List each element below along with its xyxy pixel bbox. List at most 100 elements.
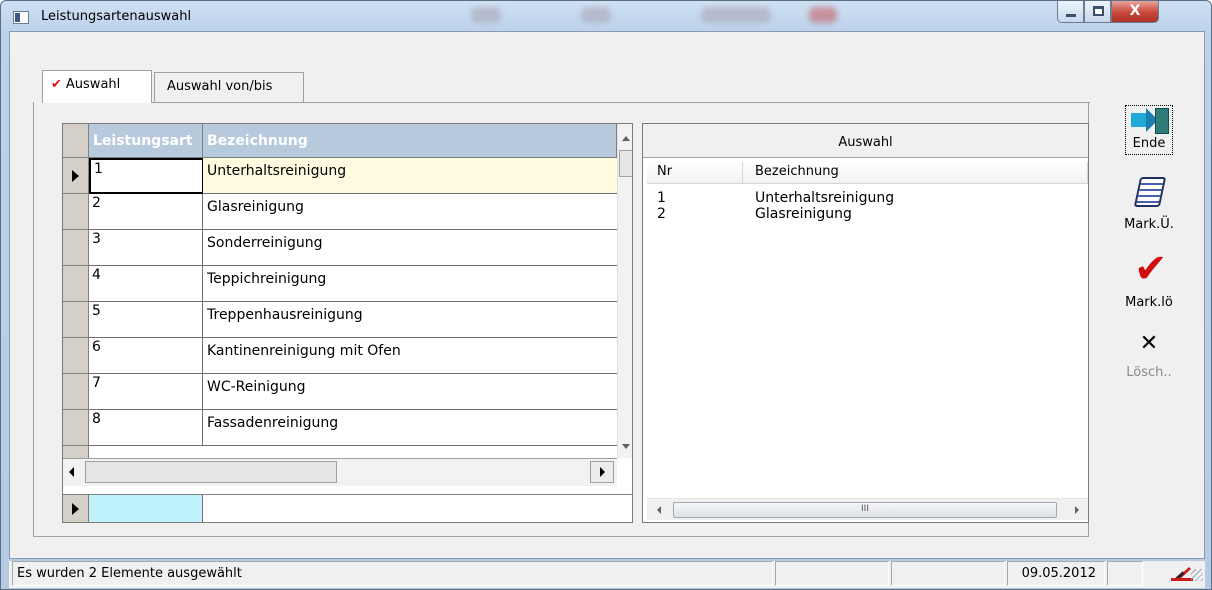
row-selector[interactable] [63, 410, 89, 446]
red-check-icon: ✔ [51, 77, 62, 92]
selection-list[interactable]: Auswahl Nr Bezeichnung 1 Unterhaltsreini… [642, 123, 1089, 523]
current-row-arrow-icon [72, 503, 79, 515]
blurred-background [701, 7, 771, 23]
cell-bezeichnung[interactable]: Sonderreinigung [203, 230, 617, 266]
row-selector[interactable] [63, 302, 89, 338]
column-header-leistungsart[interactable]: Leistungsart [89, 124, 203, 158]
cell-bezeichnung[interactable]: Fassadenreinigung [203, 410, 617, 446]
ende-button[interactable]: Ende [1116, 101, 1182, 163]
grid-corner [63, 124, 89, 158]
mark-loeschen-button[interactable]: ✔ Mark.lö [1116, 249, 1182, 315]
application-window: Leistungsartenauswahl X ✔ Auswahl Auswahl… [0, 0, 1212, 590]
status-pane [1107, 561, 1143, 586]
scroll-left-icon[interactable] [657, 506, 661, 514]
cell-bezeichnung[interactable]: Kantinenreinigung mit Ofen [203, 338, 617, 374]
column-separator[interactable] [1087, 162, 1088, 183]
new-leistungsart-input[interactable] [89, 495, 203, 522]
status-bar: Es wurden 2 Elemente ausgewählt 09.05.20… [9, 561, 1205, 588]
scroll-right-icon[interactable] [1075, 506, 1079, 514]
row-selector[interactable] [63, 338, 89, 374]
scroll-right-icon[interactable] [600, 467, 605, 477]
column-header-bezeichnung[interactable]: Bezeichnung [755, 164, 839, 179]
tab-label: Auswahl [65, 77, 121, 92]
item-nr: 1 [657, 190, 666, 206]
cell-bezeichnung[interactable]: WC-Reinigung [203, 374, 617, 410]
cell-leistungsart[interactable]: 5 [89, 302, 203, 338]
cell-bezeichnung[interactable]: Treppenhausreinigung [203, 302, 617, 338]
scroll-down-icon[interactable] [622, 444, 630, 449]
cell-leistungsart[interactable]: 4 [89, 266, 203, 302]
current-row-arrow-icon [72, 170, 79, 182]
row-selector[interactable] [63, 495, 89, 522]
table-row[interactable]: 8 Fassadenreinigung [63, 410, 617, 446]
new-bezeichnung-input[interactable] [203, 495, 632, 522]
scroll-thumb[interactable]: III [673, 502, 1057, 518]
company-logo-icon [1171, 567, 1193, 581]
mark-uebernehmen-button[interactable]: Mark.Ü. [1116, 177, 1182, 237]
column-separator[interactable] [742, 162, 743, 183]
status-pane [775, 561, 889, 586]
cell-leistungsart[interactable]: 7 [89, 374, 203, 410]
status-message: Es wurden 2 Elemente ausgewählt [12, 561, 773, 586]
table-row[interactable]: 1 Unterhaltsreinigung [63, 158, 617, 194]
grid-vertical-scrollbar[interactable] [617, 124, 632, 458]
item-bezeichnung: Unterhaltsreinigung [755, 190, 895, 206]
close-button[interactable]: X [1111, 1, 1159, 23]
maximize-button[interactable] [1084, 1, 1111, 23]
column-header-nr[interactable]: Nr [657, 164, 672, 179]
item-bezeichnung: Glasreinigung [755, 206, 852, 222]
cell-bezeichnung[interactable]: Glasreinigung [203, 194, 617, 230]
mark-ue-label: Mark.Ü. [1124, 217, 1174, 232]
row-selector[interactable] [63, 230, 89, 266]
row-selector[interactable] [63, 374, 89, 410]
title-bar[interactable]: Leistungsartenauswahl X [1, 1, 1211, 31]
exit-door-icon: Ende [1125, 105, 1173, 155]
cell-leistungsart[interactable]: 2 [89, 194, 203, 230]
cell-leistungsart[interactable]: 3 [89, 230, 203, 266]
tab-auswahl-von-bis[interactable]: Auswahl von/bis [154, 72, 304, 103]
table-row[interactable]: 6 Kantinenreinigung mit Ofen [63, 338, 617, 374]
notepad-icon [1133, 177, 1167, 207]
grid-horizontal-scrollbar[interactable] [63, 458, 617, 486]
cell-leistungsart[interactable]: 8 [89, 410, 203, 446]
scroll-thumb[interactable] [619, 150, 632, 177]
column-header-bezeichnung[interactable]: Bezeichnung [203, 124, 617, 158]
minimize-button[interactable] [1057, 1, 1084, 23]
table-row[interactable]: 5 Treppenhausreinigung [63, 302, 617, 338]
loesch-label: Lösch.. [1126, 365, 1172, 380]
scroll-left-icon[interactable] [69, 467, 74, 477]
row-selector[interactable] [63, 194, 89, 230]
new-entry-row[interactable] [63, 494, 632, 522]
status-date: 09.05.2012 [1007, 561, 1105, 586]
row-selector[interactable] [63, 266, 89, 302]
cell-leistungsart[interactable]: 6 [89, 338, 203, 374]
cell-bezeichnung[interactable]: Unterhaltsreinigung [203, 158, 617, 194]
resize-grip[interactable] [1191, 569, 1203, 581]
leistungsart-grid[interactable]: Leistungsart Bezeichnung 1 Unterhaltsrei… [62, 123, 633, 523]
blurred-background [581, 7, 611, 23]
selection-column-headers: Nr Bezeichnung [647, 162, 1088, 184]
loeschen-button[interactable]: ✕ Lösch.. [1116, 333, 1182, 389]
scroll-up-icon[interactable] [622, 136, 630, 141]
app-icon[interactable] [13, 11, 29, 24]
cell-leistungsart[interactable]: 1 [89, 158, 203, 194]
red-check-icon: ✔ [1134, 246, 1168, 292]
status-pane [891, 561, 1005, 586]
tab-label: Auswahl von/bis [167, 79, 273, 94]
cell-bezeichnung[interactable]: Teppichreinigung [203, 266, 617, 302]
table-row[interactable]: 2 Glasreinigung [63, 194, 617, 230]
x-icon: ✕ [1139, 331, 1159, 356]
window-title: Leistungsartenauswahl [41, 9, 192, 24]
table-row[interactable]: 3 Sonderreinigung [63, 230, 617, 266]
table-row[interactable]: 4 Teppichreinigung [63, 266, 617, 302]
selection-horizontal-scrollbar[interactable]: III [647, 498, 1088, 520]
close-icon: X [1129, 3, 1141, 19]
scroll-thumb[interactable] [85, 461, 337, 483]
maximize-icon [1093, 6, 1104, 16]
tab-auswahl[interactable]: ✔ Auswahl [42, 70, 152, 103]
row-selector[interactable] [63, 158, 89, 194]
blurred-background [471, 7, 501, 23]
door [1155, 108, 1169, 134]
table-row[interactable]: 7 WC-Reinigung [63, 374, 617, 410]
item-nr: 2 [657, 206, 666, 222]
